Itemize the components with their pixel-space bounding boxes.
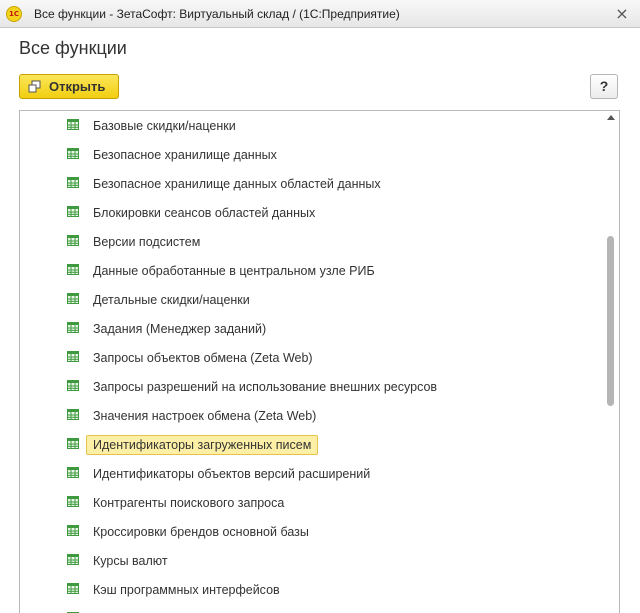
list-item[interactable]: Кэш программных интерфейсов <box>20 576 605 602</box>
list-item-label: Версии подсистем <box>93 235 201 249</box>
table-register-icon <box>67 119 79 130</box>
list-item-label: Курсы валют <box>93 554 168 568</box>
vertical-scrollbar[interactable] <box>603 111 619 613</box>
list-item[interactable]: Кроссировки брендов основной базы <box>20 518 605 544</box>
list-item-label: Идентификаторы объектов версий расширени… <box>93 467 371 481</box>
list-item-label: Значения настроек обмена (Zeta Web) <box>93 409 317 423</box>
list-item[interactable]: Контрагенты поискового запроса <box>20 489 605 515</box>
table-register-icon <box>67 293 79 304</box>
list-item[interactable]: Запросы разрешений на использование внеш… <box>20 373 605 399</box>
list-item-label: Запросы объектов обмена (Zeta Web) <box>93 351 313 365</box>
list-item-label: Идентификаторы загруженных писем <box>86 435 319 455</box>
list-item-label: Безопасное хранилище данных <box>93 148 277 162</box>
table-register-icon <box>67 525 79 536</box>
list-item-label: Кроссировки брендов основной базы <box>93 525 309 539</box>
open-window-icon <box>28 80 41 93</box>
list-item[interactable]: Детальные скидки/наценки <box>20 286 605 312</box>
close-icon[interactable]: × <box>612 4 632 24</box>
list-item-label: Блокировки сеансов областей данных <box>93 206 316 220</box>
table-register-icon <box>67 351 79 362</box>
functions-list[interactable]: Базовые скидки/наценки Безопасное хранили… <box>19 110 620 613</box>
list-item[interactable]: Безопасное хранилище данных областей дан… <box>20 170 605 196</box>
list-item-label: Лог обмена данными (Zeta Web) <box>86 609 288 613</box>
table-register-icon <box>67 206 79 217</box>
app-logo-icon[interactable]: 1С <box>6 6 22 22</box>
window-title: Все функции - ЗетаСофт: Виртуальный скла… <box>34 7 400 21</box>
table-register-icon <box>67 322 79 333</box>
page-title: Все функции <box>19 38 127 58</box>
table-register-icon <box>67 380 79 391</box>
table-register-icon <box>67 438 79 449</box>
scroll-thumb[interactable] <box>607 236 614 406</box>
scroll-up-icon[interactable] <box>607 115 615 120</box>
list-item[interactable]: Задания (Менеджер заданий) <box>20 315 605 341</box>
list-item[interactable]: Данные обработанные в центральном узле Р… <box>20 257 605 283</box>
table-register-icon <box>67 235 79 246</box>
table-register-icon <box>67 409 79 420</box>
list-item-label: Контрагенты поискового запроса <box>93 496 285 510</box>
table-register-icon <box>67 264 79 275</box>
table-register-icon <box>67 148 79 159</box>
table-register-icon <box>67 496 79 507</box>
help-button[interactable]: ? <box>590 74 618 99</box>
list-item[interactable]: Идентификаторы загруженных писем <box>20 431 605 457</box>
open-button-label: Открыть <box>49 79 106 94</box>
table-register-icon <box>67 467 79 478</box>
list-item-label: Безопасное хранилище данных областей дан… <box>93 177 381 191</box>
list-item[interactable]: Блокировки сеансов областей данных <box>20 199 605 225</box>
list-item[interactable]: Значения настроек обмена (Zeta Web) <box>20 402 605 428</box>
list-item-label: Запросы разрешений на использование внеш… <box>93 380 438 394</box>
list-item-label: Задания (Менеджер заданий) <box>93 322 267 336</box>
list-item[interactable]: Безопасное хранилище данных <box>20 141 605 167</box>
list-item[interactable]: Запросы объектов обмена (Zeta Web) <box>20 344 605 370</box>
list-item[interactable]: Версии подсистем <box>20 228 605 254</box>
list-item-label: Детальные скидки/наценки <box>93 293 250 307</box>
list-item[interactable]: Идентификаторы объектов версий расширени… <box>20 460 605 486</box>
table-register-icon <box>67 554 79 565</box>
table-register-icon <box>67 177 79 188</box>
open-button[interactable]: Открыть <box>19 74 119 99</box>
list-item-label: Кэш программных интерфейсов <box>93 583 280 597</box>
list-item[interactable]: Базовые скидки/наценки <box>20 112 605 138</box>
list-item[interactable]: Лог обмена данными (Zeta Web) <box>20 605 605 613</box>
list-item-label: Базовые скидки/наценки <box>93 119 236 133</box>
table-register-icon <box>67 583 79 594</box>
window-titlebar: 1С Все функции - ЗетаСофт: Виртуальный с… <box>0 0 640 28</box>
list-item-label: Данные обработанные в центральном узле Р… <box>93 264 375 278</box>
list-item[interactable]: Курсы валют <box>20 547 605 573</box>
